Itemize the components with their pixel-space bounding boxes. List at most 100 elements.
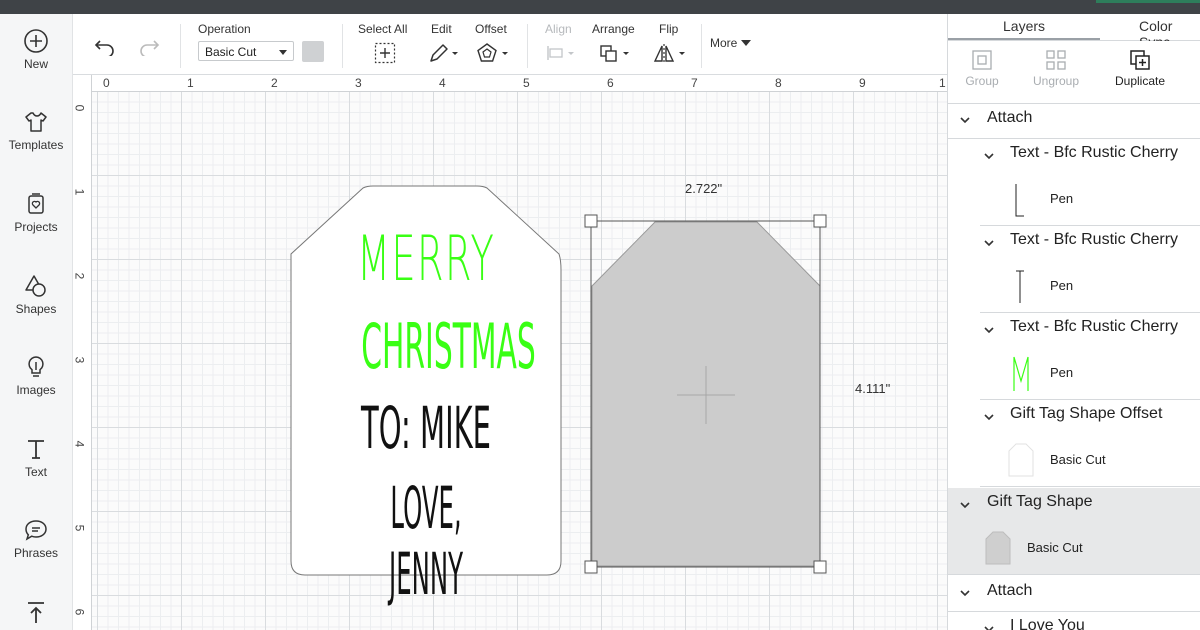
sidebar-item-label: New — [23, 57, 48, 71]
toolbar-divider — [701, 24, 702, 68]
sidebar-item-label: Text — [24, 465, 47, 479]
shapes-icon — [25, 275, 46, 297]
sidebar-item-text[interactable]: Text — [0, 436, 72, 479]
ruler-tick: 7 — [691, 76, 698, 90]
sidebar-item-upload[interactable] — [0, 599, 72, 625]
toolbar-divider — [342, 24, 343, 68]
sidebar-item-images[interactable]: Images — [0, 354, 72, 397]
ungroup-label: Ungroup — [1032, 74, 1080, 88]
chevron-down-icon[interactable] — [984, 325, 994, 335]
ungroup-button[interactable]: Ungroup — [1030, 49, 1082, 88]
flip-label: Flip — [659, 22, 679, 36]
select-all-label: Select All — [358, 22, 408, 36]
offset-icon[interactable] — [476, 42, 510, 64]
tag-text-to-mike[interactable]: TO: MIKE — [359, 395, 494, 461]
arrange-label: Arrange — [592, 22, 635, 36]
duplicate-button[interactable]: Duplicate — [1112, 49, 1168, 88]
panel-tabs: Layers Color Sync — [948, 14, 1200, 50]
chevron-down-icon[interactable] — [984, 624, 994, 630]
operation-label: Operation — [198, 22, 251, 36]
vertical-ruler: 0 1 2 3 4 5 6 — [72, 75, 92, 630]
layer-row-text[interactable]: Text - Bfc Rustic Cherry Pen — [980, 226, 1200, 313]
redo-icon[interactable] — [137, 38, 161, 56]
upload-icon — [28, 602, 44, 623]
design-canvas[interactable]: MERRY CHRISTMAS TO: MIKE LOVE, JENNY 2.7… — [73, 75, 947, 630]
sidebar-item-shapes[interactable]: Shapes — [0, 273, 72, 316]
group-icon — [972, 50, 992, 70]
width-dimension-label: 2.722" — [685, 181, 723, 196]
resize-handle — [813, 214, 827, 228]
projects-icon — [28, 193, 44, 214]
layers-panel: Layers Color Sync Group Ungroup Duplicat… — [947, 14, 1200, 630]
height-dimension-label: 4.111" — [855, 381, 891, 396]
operation-value: Basic Cut — [205, 45, 257, 59]
ruler-tick: 3 — [72, 356, 87, 364]
more-menu[interactable]: More — [710, 36, 737, 50]
layer-operation: Basic Cut — [1050, 452, 1106, 467]
layer-operation: Pen — [1050, 278, 1074, 293]
ruler-tick: 4 — [439, 76, 446, 90]
ruler-tick: 1 — [939, 76, 946, 90]
layer-row-shape-selected[interactable]: Gift Tag Shape Basic Cut — [948, 488, 1200, 575]
layer-thumbnail-tag-gray — [985, 531, 1011, 565]
ruler-tick: 6 — [72, 608, 87, 616]
operation-select[interactable]: Basic Cut — [198, 41, 294, 61]
sidebar-item-templates[interactable]: Templates — [0, 109, 72, 152]
speech-bubble-icon — [25, 520, 47, 541]
align-label: Align — [545, 22, 572, 36]
ruler-tick: 5 — [523, 76, 530, 90]
sidebar-item-phrases[interactable]: Phrases — [0, 517, 72, 560]
ruler-tick: 9 — [859, 76, 866, 90]
ruler-tick: 4 — [72, 440, 87, 448]
group-button[interactable]: Group — [964, 49, 1000, 88]
layer-name: Gift Tag Shape — [987, 493, 1093, 510]
layer-thumbnail-letter-l — [1015, 184, 1024, 217]
layer-thumbnail-letter-t — [1016, 270, 1024, 303]
align-icon — [547, 46, 574, 60]
sidebar-item-label: Images — [16, 383, 56, 397]
duplicate-label: Duplicate — [1114, 74, 1166, 88]
lightbulb-icon — [28, 356, 44, 377]
undo-icon[interactable] — [93, 38, 117, 56]
layer-row-shape-offset[interactable]: Gift Tag Shape Offset Basic Cut — [980, 400, 1200, 487]
group-label: Group — [965, 74, 999, 88]
left-sidebar: New Templates Projects Shapes Images Tex… — [0, 14, 73, 630]
caret-down-icon — [279, 50, 287, 55]
chevron-down-icon[interactable] — [984, 238, 994, 248]
layer-row-attach[interactable]: Attach — [948, 575, 1200, 612]
chevron-down-icon[interactable] — [984, 412, 994, 422]
layer-operation: Basic Cut — [1027, 540, 1083, 555]
layer-name: Text - Bfc Rustic Cherry — [1010, 144, 1179, 161]
operation-color-swatch[interactable] — [302, 41, 324, 62]
sidebar-item-label: Projects — [14, 220, 58, 234]
layer-operation: Pen — [1050, 191, 1074, 206]
layer-row-text[interactable]: Text - Bfc Rustic Cherry Pen — [980, 313, 1200, 400]
chevron-down-icon[interactable] — [960, 588, 970, 598]
select-all-icon[interactable] — [374, 42, 396, 64]
ruler-tick: 5 — [72, 524, 87, 532]
arrange-icon[interactable] — [599, 43, 633, 63]
sidebar-item-new[interactable]: New — [0, 28, 72, 71]
tag-text-christmas[interactable]: CHRISTMAS — [361, 312, 536, 382]
top-accent — [1096, 0, 1200, 3]
chevron-down-icon[interactable] — [984, 151, 994, 161]
layer-thumbnail-tag-white — [1008, 443, 1034, 477]
flip-icon[interactable] — [653, 42, 689, 64]
ruler-tick: 8 — [775, 76, 782, 90]
chevron-down-icon[interactable] — [960, 115, 970, 125]
tag-text-merry[interactable]: MERRY — [342, 224, 509, 294]
chevron-down-icon[interactable] — [960, 500, 970, 510]
offset-label: Offset — [475, 22, 507, 36]
layer-row-attach[interactable]: Attach — [948, 104, 1200, 139]
layer-row-text[interactable]: Text - Bfc Rustic Cherry Pen — [980, 139, 1200, 226]
active-tab-indicator — [948, 38, 1100, 40]
ruler-tick: 6 — [607, 76, 614, 90]
tab-layers[interactable]: Layers — [1003, 18, 1045, 34]
ruler-tick: 0 — [72, 104, 87, 112]
sidebar-item-projects[interactable]: Projects — [0, 191, 72, 234]
ungroup-icon — [1046, 50, 1066, 70]
layer-row-text[interactable]: I Love You — [980, 612, 1200, 630]
tag-text-love-jenny[interactable]: LOVE, JENNY — [369, 475, 482, 607]
text-icon — [28, 440, 44, 459]
pencil-icon[interactable] — [428, 42, 460, 64]
